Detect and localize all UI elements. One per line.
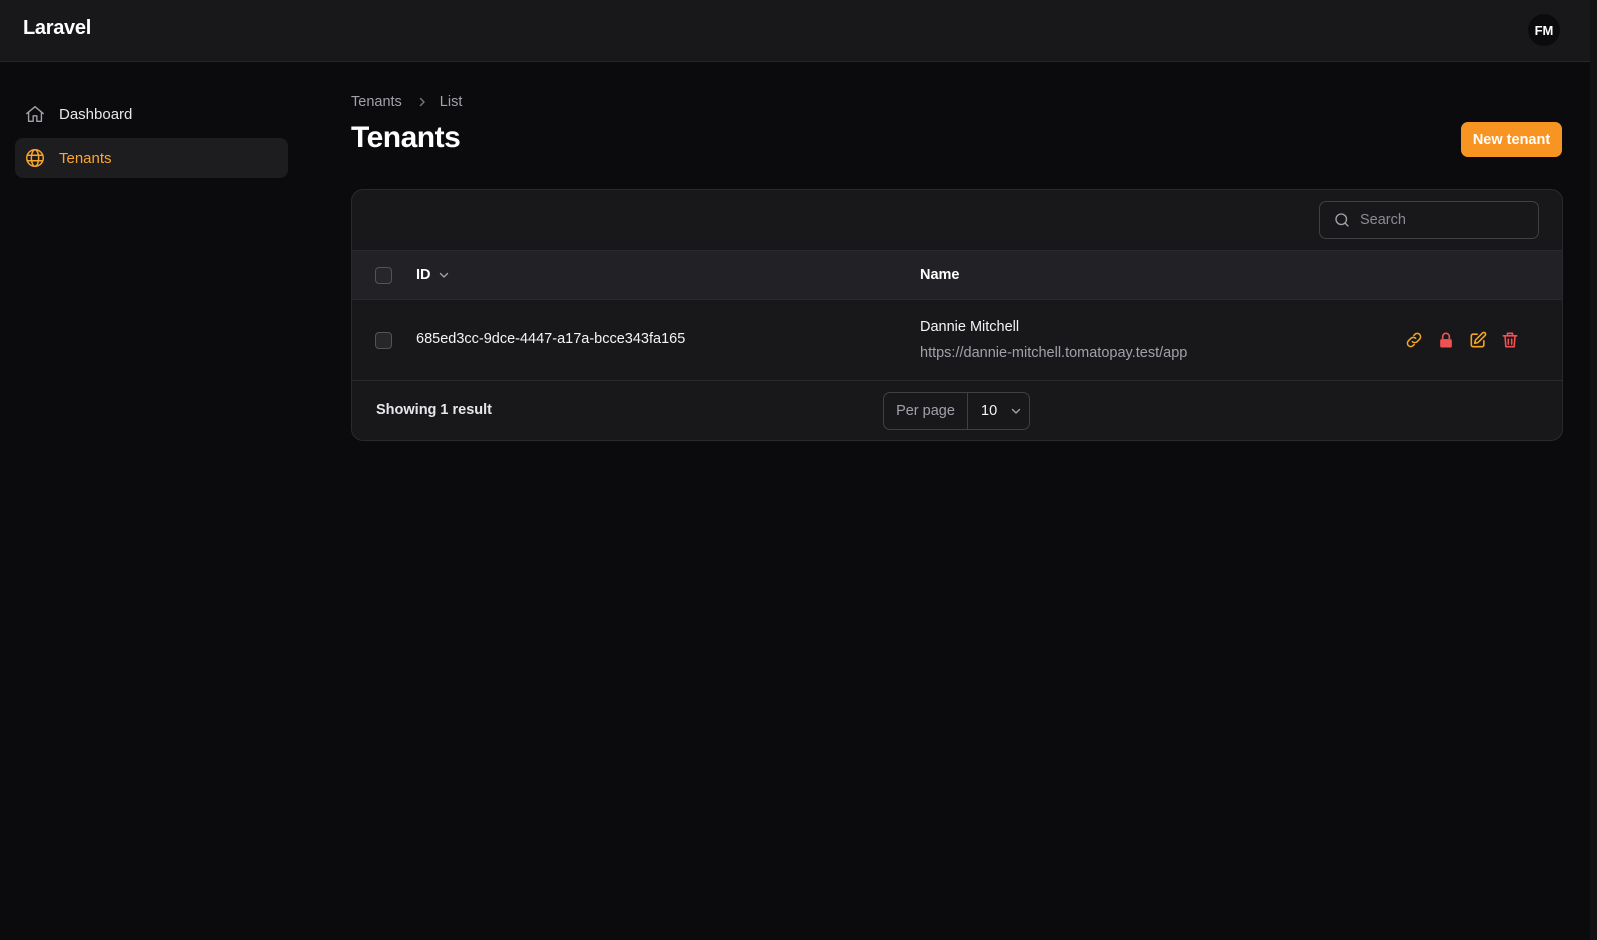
select-all-checkbox[interactable] (375, 267, 392, 284)
edit-icon[interactable] (1468, 330, 1488, 350)
chevron-down-icon (1010, 405, 1022, 417)
result-count: Showing 1 result (376, 402, 493, 418)
column-header-id[interactable]: ID (416, 267, 450, 283)
per-page-select[interactable]: 10 (968, 393, 1029, 429)
scrollbar-track[interactable] (1590, 0, 1597, 940)
column-header-name: Name (920, 267, 960, 283)
table-toolbar (352, 190, 1562, 251)
tenant-url: https://dannie-mitchell.tomatopay.test/a… (920, 345, 1188, 361)
table-footer: Showing 1 result Per page 10 (352, 381, 1562, 440)
per-page-value: 10 (981, 403, 998, 419)
breadcrumb-item-tenants[interactable]: Tenants (351, 94, 402, 110)
new-tenant-button[interactable]: New tenant (1461, 122, 1562, 157)
trash-icon[interactable] (1500, 330, 1520, 350)
search-box[interactable] (1319, 201, 1539, 239)
column-header-label: ID (416, 267, 431, 283)
top-bar: Laravel FM (0, 0, 1597, 62)
page-title: Tenants (351, 121, 461, 154)
row-actions (1404, 330, 1532, 350)
breadcrumb: Tenants List (351, 94, 462, 110)
user-avatar[interactable]: FM (1528, 14, 1560, 46)
per-page-label: Per page (884, 393, 968, 429)
chevron-right-icon (416, 96, 428, 108)
link-icon[interactable] (1404, 330, 1424, 350)
tenant-name: Dannie Mitchell (920, 319, 1020, 335)
search-input[interactable] (1360, 212, 1520, 228)
table-row[interactable]: 685ed3cc-9dce-4447-a17a-bcce343fa165 Dan… (352, 300, 1562, 381)
globe-icon (24, 147, 46, 169)
tenant-id: 685ed3cc-9dce-4447-a17a-bcce343fa165 (416, 331, 686, 347)
table-header: ID Name (352, 251, 1562, 300)
breadcrumb-item-list: List (439, 94, 463, 110)
sidebar: Dashboard Tenants (15, 94, 288, 182)
sidebar-item-label: Dashboard (59, 105, 133, 123)
home-icon (24, 103, 46, 125)
chevron-down-icon (438, 269, 450, 281)
lock-icon[interactable] (1436, 330, 1456, 350)
search-icon (1333, 211, 1351, 229)
row-checkbox[interactable] (375, 332, 392, 349)
sidebar-item-dashboard[interactable]: Dashboard (15, 94, 288, 134)
brand-logo[interactable]: Laravel (23, 17, 91, 40)
sidebar-item-label: Tenants (59, 149, 112, 167)
per-page-control: Per page 10 (883, 392, 1030, 430)
tenants-table-card: ID Name 685ed3cc-9dce-4447-a17a-bcce343f… (351, 189, 1563, 441)
sidebar-item-tenants[interactable]: Tenants (15, 138, 288, 178)
